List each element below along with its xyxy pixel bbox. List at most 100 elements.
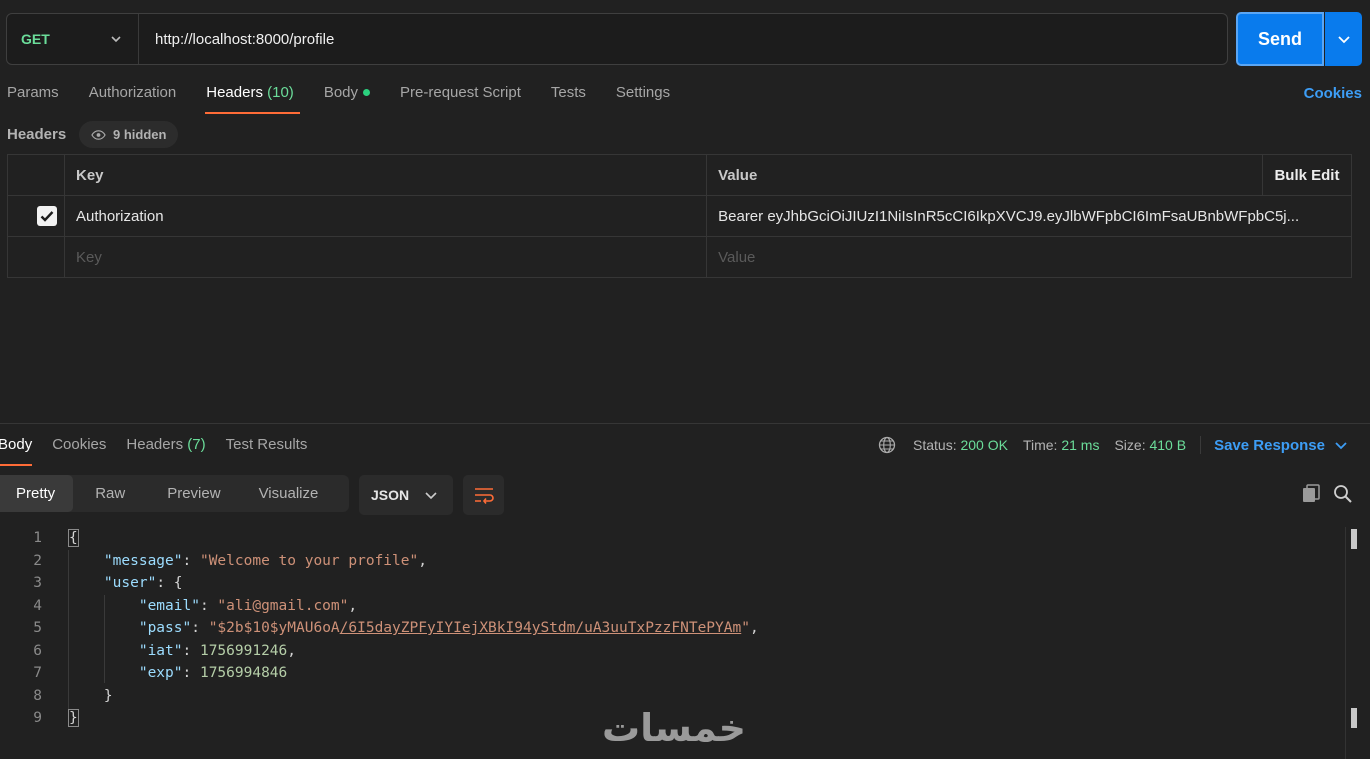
chevron-down-icon <box>1337 36 1350 44</box>
body-indicator-dot <box>363 88 371 96</box>
code-line: 8 } <box>0 685 759 708</box>
new-key-input[interactable]: Key <box>63 236 708 278</box>
code-line: 5 "pass": "$2b$10$yMAU6oA/6I5dayZPFyIYIe… <box>0 617 758 640</box>
wrap-lines-button[interactable] <box>463 475 504 515</box>
search-icon[interactable] <box>1333 484 1352 503</box>
line-number: 5 <box>33 620 42 636</box>
tab-body-label: Body <box>323 84 359 101</box>
checkmark-icon <box>40 211 54 222</box>
eye-icon <box>91 129 106 140</box>
header-enabled-checkbox[interactable] <box>37 206 57 226</box>
new-value-input[interactable]: Value <box>706 236 1352 278</box>
json-key: "email" <box>138 597 200 614</box>
size-label: Size: <box>1114 437 1146 453</box>
response-tab-test-results[interactable]: Test Results <box>226 436 308 466</box>
scrollbar-track <box>1345 527 1346 759</box>
response-tabs: Body Cookies Headers (7) Test Results <box>0 436 307 466</box>
code-line: 1{ <box>0 527 759 550</box>
line-number: 2 <box>33 552 42 569</box>
json-key: "exp" <box>138 665 183 681</box>
json-string-link[interactable]: /6I5dayZPFyIYIejXBkI94yStdm/uA3uuTxPzzFN… <box>340 620 742 636</box>
view-mode-pretty[interactable]: Pretty <box>0 475 74 512</box>
save-response-button[interactable]: Save Response <box>1214 437 1325 454</box>
header-key-cell[interactable]: Authorization <box>63 195 708 237</box>
table-header-row: Key Value Bulk Edit <box>7 154 1353 196</box>
code-line: 6 "iat": 1756991246, <box>0 640 759 663</box>
tab-params[interactable]: Params <box>7 84 59 114</box>
time-label: Time: <box>1022 437 1058 453</box>
json-number: 1756991246 <box>199 642 288 659</box>
line-number: 1 <box>33 530 42 546</box>
json-string: "$2b$10$yMAU6oA <box>208 620 340 636</box>
line-number: 8 <box>33 687 42 704</box>
time-value: 21 ms <box>1061 437 1100 453</box>
response-tab-headers[interactable]: Headers (7) <box>126 436 205 466</box>
headers-section-label: Headers <box>7 126 67 143</box>
chevron-down-icon <box>425 492 437 500</box>
headers-table: Key Value Bulk Edit Authorization Bearer… <box>7 154 1353 278</box>
format-select[interactable]: JSON <box>359 475 453 515</box>
globe-icon[interactable] <box>878 436 896 454</box>
table-row: Authorization Bearer eyJhbGciOiJIUzI1NiI… <box>7 195 1352 237</box>
tab-headers[interactable]: Headers (10) <box>205 84 300 114</box>
code-line: 4 "email": "ali@gmail.com", <box>0 595 759 618</box>
json-number: 1756994846 <box>199 665 288 681</box>
send-options-button[interactable] <box>1325 12 1362 66</box>
cookies-link[interactable]: Cookies <box>1304 85 1362 102</box>
view-mode-preview[interactable]: Preview <box>147 475 240 512</box>
tab-tests[interactable]: Tests <box>551 84 586 114</box>
hidden-headers-toggle[interactable]: 9 hidden <box>79 121 179 148</box>
response-stats: Status: 200 OK Time: 21 ms Size: 410 B S… <box>878 436 1348 454</box>
line-number: 4 <box>33 597 42 614</box>
view-mode-visualize[interactable]: Visualize <box>241 475 337 512</box>
send-button[interactable]: Send <box>1236 12 1324 66</box>
key-column-header: Key <box>63 154 708 196</box>
code-line: 7 "exp": 1756994846 <box>0 662 759 685</box>
bulk-edit-button[interactable]: Bulk Edit <box>1261 154 1353 196</box>
header-value-cell[interactable]: Bearer eyJhbGciOiJIUzI1NiIsInR5cCI6IkpXV… <box>706 195 1352 237</box>
line-number: 6 <box>33 642 42 659</box>
line-number: 7 <box>33 665 42 681</box>
json-string: " <box>741 620 750 636</box>
tab-headers-label: Headers <box>206 84 263 101</box>
response-headers-count: (7) <box>187 436 206 453</box>
empty-checkbox-cell <box>7 236 65 278</box>
response-tab-cookies[interactable]: Cookies <box>52 436 106 466</box>
view-mode-segmented: Pretty Raw Preview Visualize <box>0 475 349 512</box>
response-tab-body[interactable]: Body <box>0 436 33 466</box>
tab-pre-request-script[interactable]: Pre-request Script <box>400 84 521 114</box>
row-checkbox-cell <box>7 195 65 237</box>
json-key: "user" <box>103 575 157 591</box>
view-mode-raw[interactable]: Raw <box>73 475 147 512</box>
chevron-down-icon[interactable] <box>1334 438 1348 452</box>
tab-settings[interactable]: Settings <box>616 84 670 114</box>
code-line: 2 "message": "Welcome to your profile", <box>0 550 759 573</box>
watermark-logo: خمسات <box>602 706 746 750</box>
copy-icon[interactable] <box>1302 484 1321 503</box>
url-input[interactable]: http://localhost:8000/profile <box>139 31 334 48</box>
wrap-lines-icon <box>474 488 494 504</box>
line-number: 3 <box>33 575 42 591</box>
json-key: "pass" <box>138 620 192 636</box>
scrollbar-thumb[interactable] <box>1351 529 1357 549</box>
method-select[interactable]: GET <box>7 14 139 64</box>
response-headers-label: Headers <box>126 436 184 453</box>
tab-authorization[interactable]: Authorization <box>89 84 177 114</box>
headers-count: (10) <box>267 84 294 101</box>
tab-body[interactable]: Body <box>323 84 371 114</box>
chevron-down-icon <box>111 36 121 43</box>
json-string: "Welcome to your profile" <box>199 552 419 569</box>
size-value: 410 B <box>1149 437 1187 453</box>
request-tabs: Params Authorization Headers (10) Body P… <box>7 84 670 114</box>
scrollbar-thumb[interactable] <box>1351 708 1357 728</box>
response-body-editor[interactable]: 1{ 2 "message": "Welcome to your profile… <box>0 527 759 730</box>
value-column-header: Value <box>706 154 1263 196</box>
close-brace: } <box>68 709 79 727</box>
status-label: Status: <box>913 437 957 453</box>
json-key: "message" <box>103 552 183 569</box>
status-value: 200 OK <box>960 437 1008 453</box>
table-row-empty: Key Value <box>7 236 1352 278</box>
open-brace: { <box>68 529 79 547</box>
pane-divider[interactable] <box>0 423 1370 424</box>
method-label: GET <box>21 31 50 47</box>
